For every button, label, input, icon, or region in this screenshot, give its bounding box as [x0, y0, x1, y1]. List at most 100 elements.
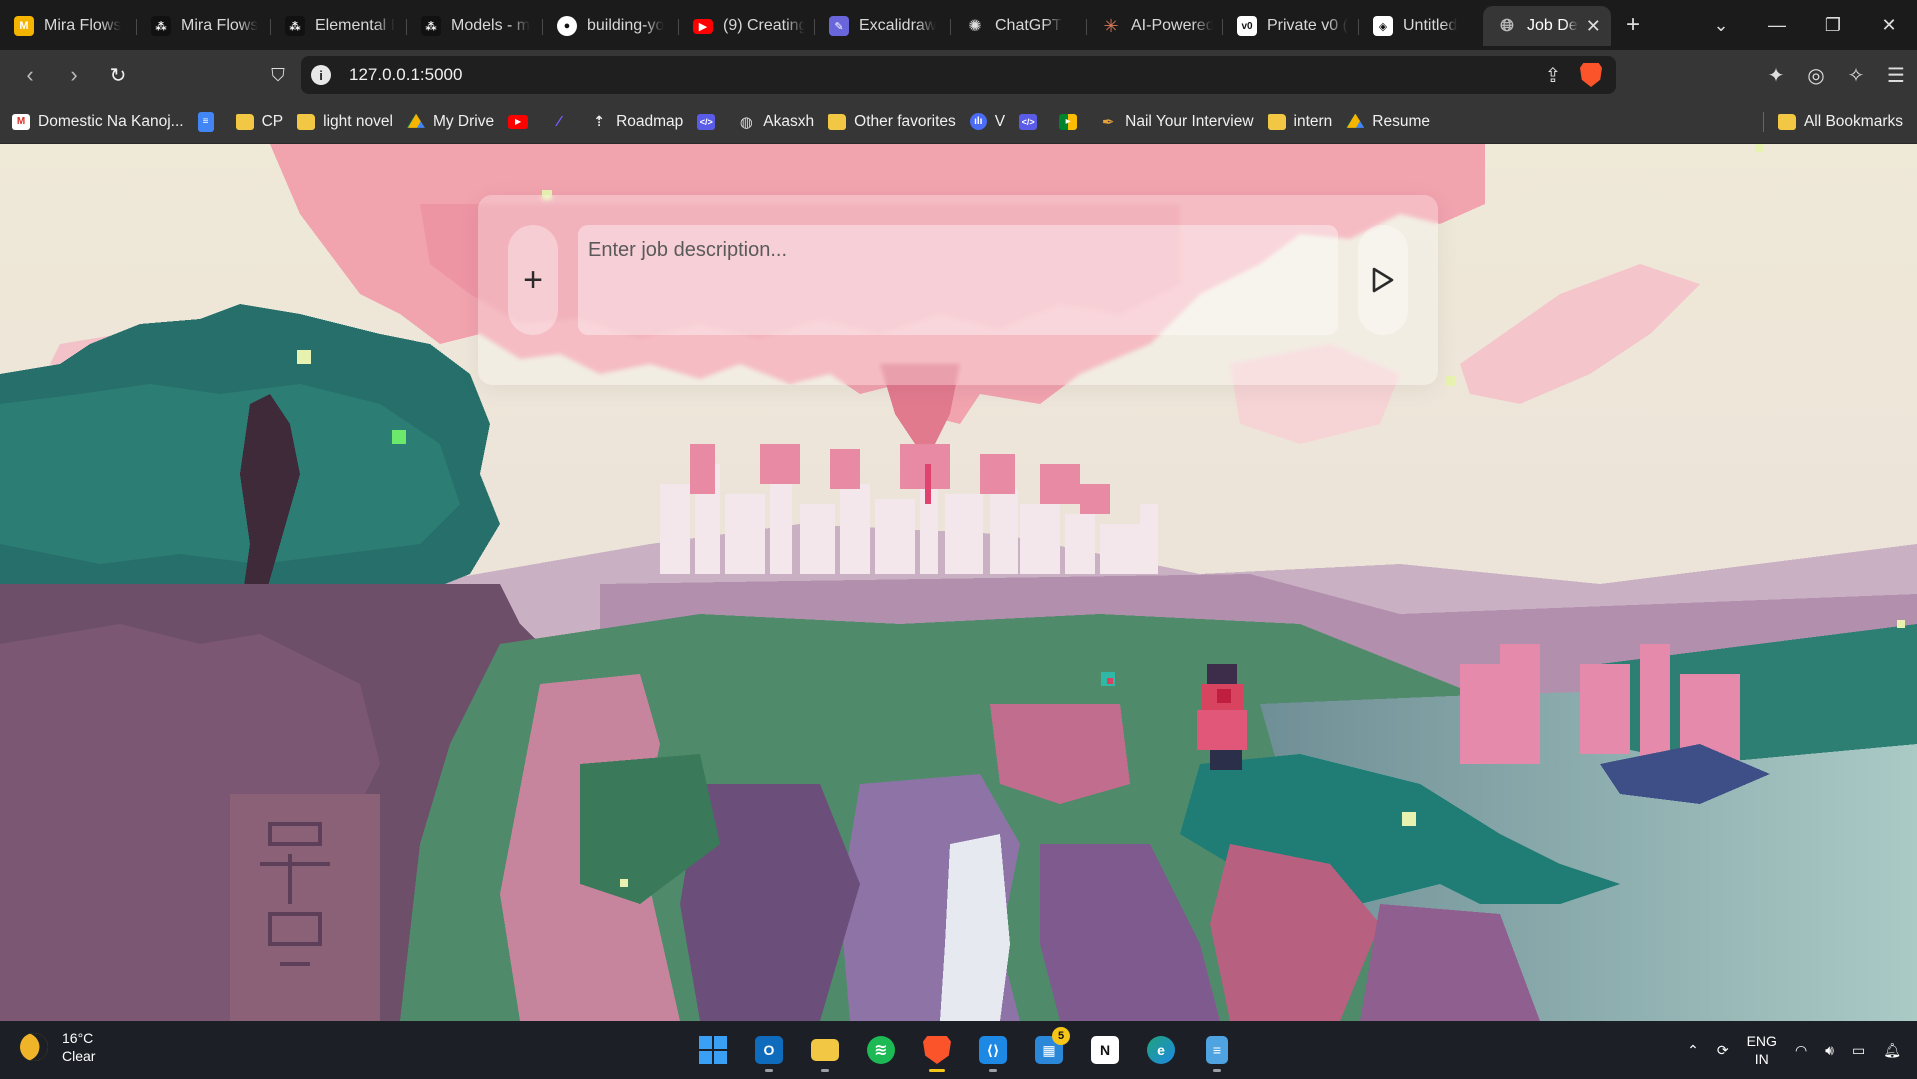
- submit-button[interactable]: [1358, 225, 1408, 335]
- share-icon[interactable]: ⇪: [1542, 63, 1564, 88]
- sync-icon[interactable]: ⟳: [1717, 1042, 1729, 1059]
- notifications-icon[interactable]: 🔔︎: [1883, 1042, 1901, 1059]
- excalidraw-icon: ✎: [829, 16, 849, 36]
- bookmark-icon[interactable]: ⛉: [260, 57, 296, 93]
- tab-elemental[interactable]: ⁂ Elemental I: [271, 6, 407, 46]
- tab-chatgpt[interactable]: ✺ ChatGPT: [951, 6, 1087, 46]
- bookmark-roadmap[interactable]: ⇡ Roadmap: [590, 113, 683, 131]
- battery-icon[interactable]: ▭: [1852, 1042, 1865, 1059]
- file-explorer-app[interactable]: [802, 1027, 848, 1073]
- bookmark-label: Nail Your Interview: [1125, 112, 1254, 130]
- outlook-app[interactable]: O: [746, 1027, 792, 1073]
- new-tab-icon[interactable]: +: [1611, 0, 1655, 50]
- bookmark-nail-interview[interactable]: ✒ Nail Your Interview: [1099, 112, 1254, 131]
- language-indicator[interactable]: ENG IN: [1747, 1032, 1777, 1068]
- extensions-icon[interactable]: ✦: [1765, 63, 1787, 88]
- tab-building[interactable]: ● building-yo: [543, 6, 679, 46]
- mira-icon: M: [14, 16, 34, 36]
- bookmark-folder-other-favorites[interactable]: Other favorites: [828, 113, 956, 131]
- reload-icon[interactable]: ↻: [100, 57, 136, 93]
- bookmark-folder-cp[interactable]: CP: [235, 112, 284, 131]
- bookmark-folder-intern[interactable]: intern: [1267, 112, 1333, 131]
- job-description-input[interactable]: [578, 225, 1338, 335]
- tab-excalidraw[interactable]: ✎ Excalidraw: [815, 6, 951, 46]
- forward-icon[interactable]: ›: [56, 57, 92, 93]
- bookmark-label: CP: [261, 112, 284, 130]
- feather-icon: ⁄: [557, 113, 561, 130]
- weather-temp: 16°C: [62, 1030, 94, 1046]
- tab-label: Mira Flows: [181, 17, 259, 34]
- bookmark-label: My Drive: [432, 112, 495, 130]
- job-description-card: +: [478, 195, 1438, 385]
- outlook-icon: O: [755, 1036, 783, 1064]
- bookmark-meet[interactable]: ▸: [1059, 113, 1085, 130]
- vscode-icon: ⟨⟩: [979, 1036, 1007, 1064]
- tab-label: Private v0 (: [1267, 17, 1348, 34]
- folder-icon: [828, 113, 847, 130]
- microsoft-store-app[interactable]: ▦ 5: [1026, 1027, 1072, 1073]
- weather-widget[interactable]: 16°C Clear: [16, 1029, 96, 1065]
- edge-app[interactable]: e: [1138, 1027, 1184, 1073]
- tab-untitled[interactable]: ◈ Untitled: [1359, 6, 1483, 46]
- bookmark-youtube[interactable]: ▶: [508, 114, 536, 129]
- tab-private-v0[interactable]: v0 Private v0 (: [1223, 6, 1359, 46]
- bookmark-my-drive[interactable]: My Drive: [406, 112, 495, 131]
- add-button[interactable]: +: [508, 225, 558, 335]
- bookmark-v[interactable]: ılı V: [969, 112, 1006, 131]
- bookmark-label: Resume: [1372, 112, 1431, 130]
- bookmarks-divider: [1762, 111, 1764, 132]
- bookmark-label: V: [994, 112, 1006, 130]
- site-info-icon[interactable]: i: [311, 65, 331, 85]
- code-icon: </>: [1019, 113, 1038, 130]
- close-tab-icon[interactable]: ✕: [1586, 16, 1601, 37]
- spotify-app[interactable]: ≋: [858, 1027, 904, 1073]
- bookmark-domestic[interactable]: M Domestic Na Kanoj...: [12, 113, 184, 131]
- bookmark-label: intern: [1293, 112, 1333, 130]
- address-bar[interactable]: i 127.0.0.1:5000 ⇪: [301, 56, 1616, 94]
- all-bookmarks[interactable]: All Bookmarks: [1777, 113, 1903, 131]
- tab-mira-flows-1[interactable]: M Mira Flows: [0, 6, 137, 46]
- notepad-icon: ≡: [1206, 1036, 1228, 1064]
- language-line2: IN: [1754, 1051, 1769, 1067]
- close-window-icon[interactable]: ✕: [1861, 0, 1917, 50]
- weather-condition: Clear: [62, 1048, 96, 1064]
- volume-icon[interactable]: 🔊︎: [1825, 1042, 1834, 1059]
- tab-job-description[interactable]: 🌐︎ Job De ✕: [1483, 6, 1611, 46]
- url-text[interactable]: 127.0.0.1:5000: [349, 65, 462, 85]
- tab-mira-flows-2[interactable]: ⁂ Mira Flows: [137, 6, 271, 46]
- mira-icon: ⁂: [285, 16, 305, 36]
- bookmark-resume[interactable]: Resume: [1346, 113, 1430, 131]
- minimize-icon[interactable]: —: [1749, 0, 1805, 50]
- bookmark-docs[interactable]: ≡: [197, 111, 222, 132]
- notepad-app[interactable]: ≡: [1194, 1027, 1240, 1073]
- show-hidden-icons-chevron-icon[interactable]: ⌃: [1687, 1042, 1699, 1059]
- brave-shields-icon[interactable]: [1580, 63, 1602, 87]
- meet-icon: ▸: [1059, 113, 1078, 130]
- notion-icon: N: [1091, 1036, 1119, 1064]
- wallet-icon[interactable]: ◎: [1805, 63, 1827, 88]
- brave-app[interactable]: [914, 1027, 960, 1073]
- voice-icon: ılı: [969, 113, 987, 130]
- tab-ai-powered[interactable]: ✳ AI-Powered: [1087, 6, 1223, 46]
- back-icon[interactable]: ‹: [12, 57, 48, 93]
- windows-start-button[interactable]: [690, 1027, 736, 1073]
- wifi-icon[interactable]: ◠: [1795, 1042, 1807, 1059]
- code-icon: </>: [697, 113, 716, 130]
- tab-creating[interactable]: ▶ (9) Creating: [679, 6, 815, 46]
- bookmark-feather[interactable]: ⁄: [550, 113, 576, 130]
- bookmark-folder-light-novel[interactable]: light novel: [297, 113, 393, 131]
- tab-search-chevron-icon[interactable]: ⌄: [1693, 0, 1749, 50]
- bookmark-akasxh[interactable]: ◍ Akasxh: [737, 113, 814, 131]
- mira-icon: ⁂: [421, 16, 441, 36]
- notion-app[interactable]: N: [1082, 1027, 1128, 1073]
- running-indicator: [765, 1069, 773, 1072]
- vscode-app[interactable]: ⟨⟩: [970, 1027, 1016, 1073]
- leo-ai-icon[interactable]: ✧: [1845, 63, 1867, 88]
- bookmark-code-2[interactable]: </>: [1019, 113, 1045, 130]
- edge-icon: e: [1147, 1036, 1175, 1064]
- tab-models[interactable]: ⁂ Models - m: [407, 6, 543, 46]
- windows-start-icon: [699, 1036, 727, 1064]
- bookmark-code-1[interactable]: </>: [697, 113, 723, 130]
- restore-icon[interactable]: ❐: [1805, 0, 1861, 50]
- menu-icon[interactable]: ☰: [1885, 63, 1907, 88]
